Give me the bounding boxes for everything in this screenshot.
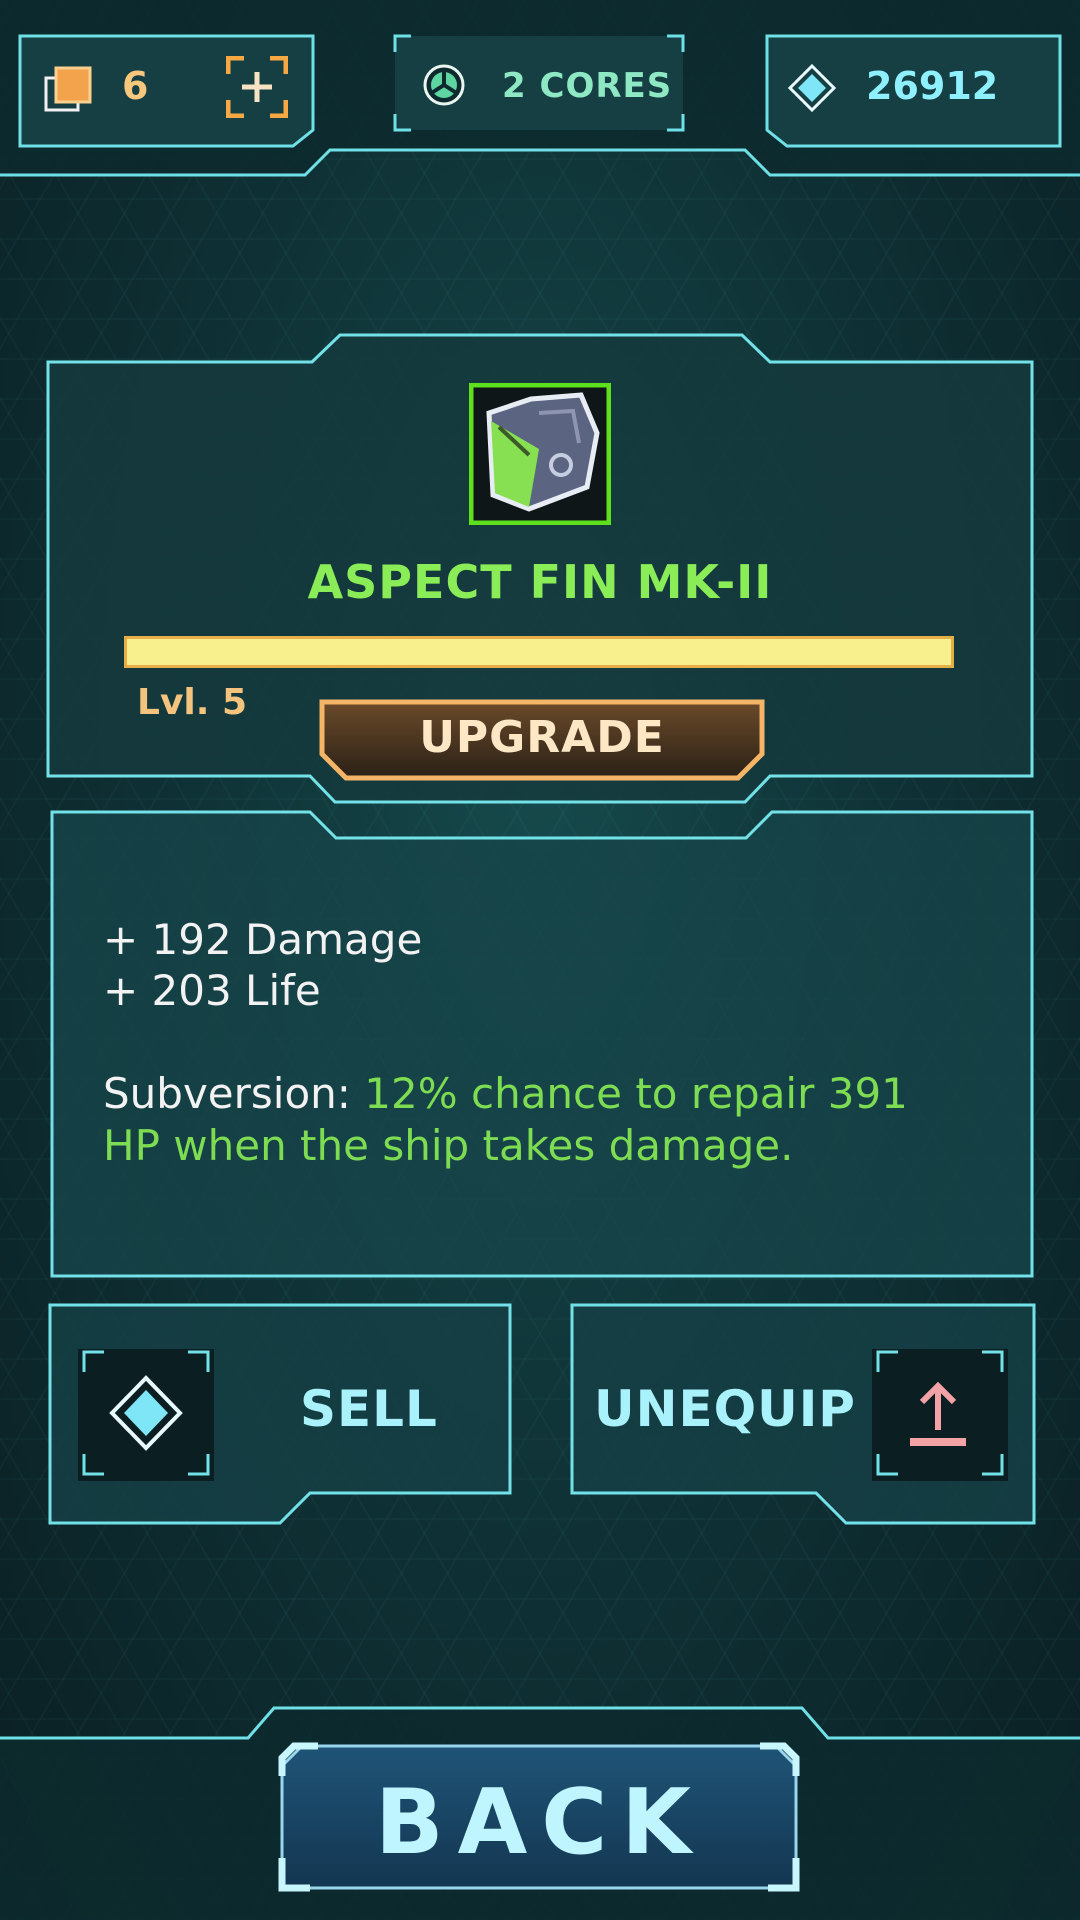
bottom-bar-frame — [0, 1706, 1080, 1920]
back-label: BACK — [374, 1770, 706, 1875]
